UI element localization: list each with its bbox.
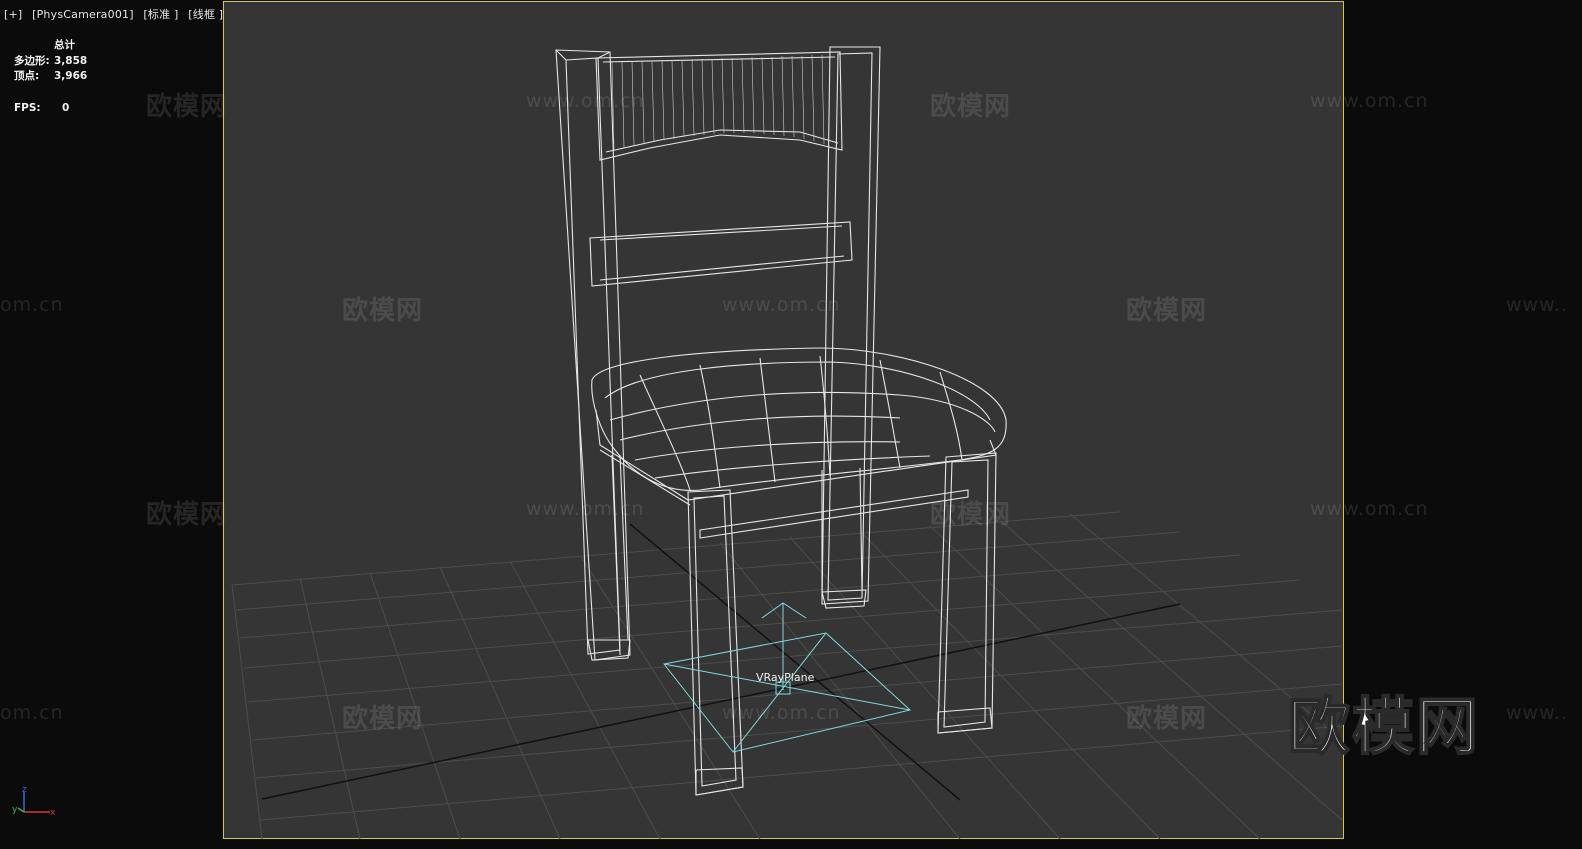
watermark-url: www.om.cn	[1310, 498, 1429, 520]
stats-polygons-label: 多边形:	[14, 54, 50, 67]
watermark-brand: 欧模网	[342, 296, 424, 326]
watermark-brand: 欧模网	[930, 92, 1012, 122]
stats-fps-value: 0	[62, 101, 70, 114]
watermark-url-partial: om.cn	[0, 294, 64, 316]
stats-fps-label: FPS:	[14, 101, 41, 114]
watermark-url-prefix: www..	[1506, 702, 1568, 724]
viewport-shading-standard-menu[interactable]: [标准 ]	[143, 8, 178, 21]
axis-y-label: y	[12, 805, 18, 815]
watermark-brand: 欧模网	[1126, 296, 1208, 326]
axis-tripod-icon: x z y	[12, 785, 56, 818]
watermark-brand: 欧模网	[342, 704, 424, 734]
viewport-label-menu[interactable]: [+] [PhysCamera001] [标准 ] [线框 ]	[4, 6, 229, 22]
watermark-url: www.om.cn	[722, 294, 841, 316]
watermark-url-prefix: www..	[1506, 294, 1568, 316]
axis-x-label: x	[50, 808, 56, 818]
viewport-display-wireframe-menu[interactable]: [线框 ]	[188, 8, 223, 21]
watermark-url-partial: om.cn	[0, 702, 64, 724]
watermark-brand: 欧模网	[930, 500, 1012, 530]
stats-polygons-row: 多边形: 3,858	[14, 54, 87, 70]
watermark-url: www.om.cn	[526, 498, 645, 520]
watermark-brand: 欧模网	[146, 500, 228, 530]
stats-vertices-row: 顶点: 3,966	[14, 69, 87, 85]
stats-vertices-label: 顶点:	[14, 70, 40, 82]
watermark-brand: 欧模网	[146, 92, 228, 122]
stats-vertices-value: 3,966	[54, 70, 88, 82]
stats-polygons-value: 3,858	[54, 54, 88, 67]
vrayplane-label[interactable]: VRayPlane	[756, 671, 814, 684]
watermark-brand: 欧模网	[1126, 704, 1208, 734]
brand-logo: 欧模网	[1287, 689, 1481, 764]
stats-fps-row: FPS: 0	[14, 101, 87, 117]
statistics-overlay: 总计 多边形: 3,858 顶点: 3,966 FPS: 0	[14, 38, 87, 116]
viewport[interactable]: [+] [PhysCamera001] [标准 ] [线框 ] 总计 多边形: …	[0, 0, 1582, 849]
viewport-plus-menu[interactable]: [+]	[4, 8, 22, 21]
watermark-url: www.om.cn	[526, 90, 645, 112]
watermark-url: www.om.cn	[1310, 90, 1429, 112]
viewport-camera-menu[interactable]: [PhysCamera001]	[32, 8, 134, 21]
axis-z-label: z	[22, 785, 27, 795]
watermark-url: www.om.cn	[722, 702, 841, 724]
stats-header: 总计	[54, 39, 75, 51]
